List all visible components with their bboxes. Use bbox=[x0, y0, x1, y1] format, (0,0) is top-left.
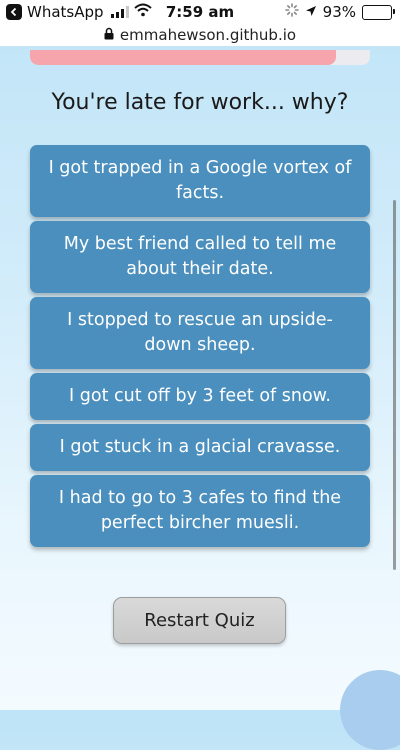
status-bar: WhatsApp 7:59 am 93% bbox=[0, 0, 400, 26]
url-text[interactable]: emmahewson.github.io bbox=[120, 26, 296, 44]
battery-icon bbox=[362, 4, 395, 20]
answer-option-6[interactable]: I had to go to 3 cafes to find the perfe… bbox=[30, 475, 370, 547]
answer-option-3[interactable]: I stopped to rescue an upside-down sheep… bbox=[30, 297, 370, 369]
answer-list: I got trapped in a Google vortex of fact… bbox=[30, 145, 370, 551]
restart-quiz-button[interactable]: Restart Quiz bbox=[113, 597, 286, 644]
lock-icon bbox=[104, 26, 114, 44]
location-arrow-icon bbox=[305, 3, 317, 21]
corner-decoration bbox=[340, 670, 400, 750]
question-text: You're late for work... why? bbox=[51, 90, 349, 115]
battery-percent: 93% bbox=[322, 3, 356, 21]
loading-icon bbox=[284, 3, 299, 21]
status-right: 93% bbox=[284, 3, 395, 21]
quiz-progress-bar bbox=[30, 50, 370, 65]
answer-option-5[interactable]: I got stuck in a glacial cravasse. bbox=[30, 424, 370, 471]
page-scrollbar[interactable] bbox=[393, 200, 396, 570]
browser-url-bar[interactable]: emmahewson.github.io bbox=[0, 24, 400, 46]
answer-option-1[interactable]: I got trapped in a Google vortex of fact… bbox=[30, 145, 370, 217]
answer-option-4[interactable]: I got cut off by 3 feet of snow. bbox=[30, 373, 370, 420]
answer-option-2[interactable]: My best friend called to tell me about t… bbox=[30, 221, 370, 293]
quiz-progress-fill bbox=[30, 50, 336, 65]
